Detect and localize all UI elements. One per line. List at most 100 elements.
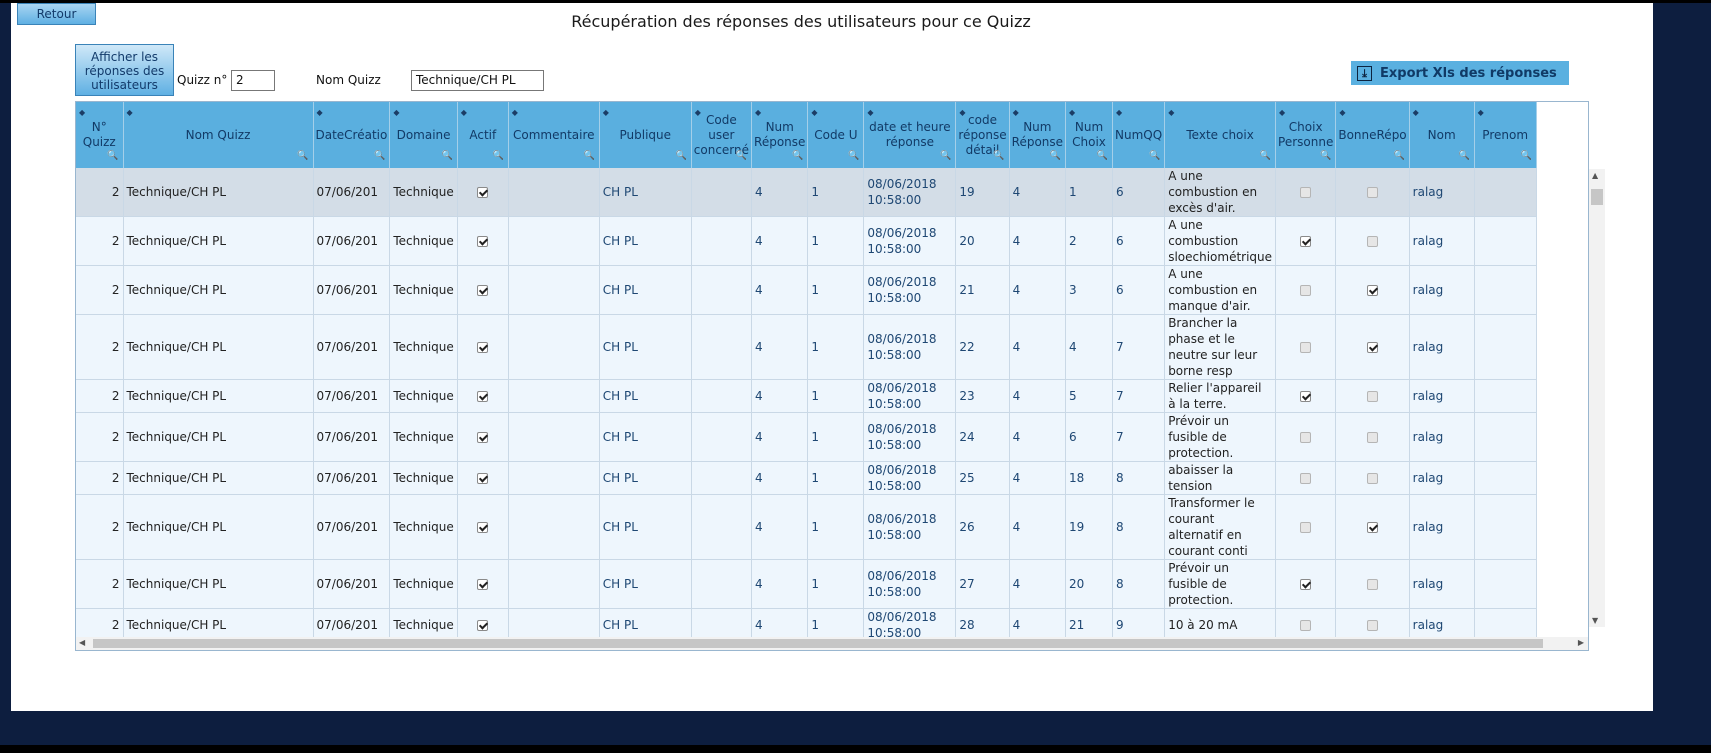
- person-choice-checkbox[interactable]: [1300, 342, 1312, 353]
- column-header[interactable]: ◆ Nom Quizz 🔍: [123, 102, 314, 168]
- table-row[interactable]: 2 Technique/CH PL 07/06/201 Technique CH PL 4…: [76, 559, 1537, 609]
- active-checkbox[interactable]: [477, 285, 489, 296]
- active-checkbox[interactable]: [477, 187, 489, 198]
- correct-answer-checkbox[interactable]: [1367, 522, 1378, 533]
- sort-icon[interactable]: ◆: [317, 105, 323, 120]
- sort-icon[interactable]: ◆: [1069, 105, 1075, 120]
- filter-search-icon[interactable]: 🔍: [792, 149, 803, 164]
- sort-icon[interactable]: ◆: [1116, 105, 1122, 120]
- filter-search-icon[interactable]: 🔍: [848, 149, 859, 164]
- scroll-up-icon[interactable]: ▲: [1592, 171, 1598, 180]
- correct-answer-checkbox[interactable]: [1367, 187, 1378, 198]
- filter-search-icon[interactable]: 🔍: [442, 149, 453, 164]
- column-header[interactable]: ◆ Code U 🔍: [807, 102, 865, 168]
- sort-icon[interactable]: ◆: [867, 105, 873, 120]
- sort-icon[interactable]: ◆: [1013, 105, 1019, 120]
- filter-search-icon[interactable]: 🔍: [1260, 149, 1271, 164]
- filter-search-icon[interactable]: 🔍: [1097, 149, 1108, 164]
- column-header[interactable]: ◆ DateCréatio 🔍: [313, 102, 391, 168]
- filter-search-icon[interactable]: 🔍: [1320, 149, 1331, 164]
- sort-icon[interactable]: ◆: [1279, 105, 1285, 120]
- filter-search-icon[interactable]: 🔍: [1458, 149, 1469, 164]
- sort-icon[interactable]: ◆: [512, 105, 518, 120]
- filter-search-icon[interactable]: 🔍: [676, 149, 687, 164]
- filter-search-icon[interactable]: 🔍: [940, 149, 951, 164]
- person-choice-checkbox[interactable]: [1300, 391, 1312, 402]
- table-row[interactable]: 2 Technique/CH PL 07/06/201 Technique CH PL 4…: [76, 494, 1537, 560]
- active-checkbox[interactable]: [477, 579, 489, 590]
- table-row[interactable]: 2 Technique/CH PL 07/06/201 Technique CH PL 4…: [76, 314, 1537, 380]
- filter-search-icon[interactable]: 🔍: [584, 149, 595, 164]
- filter-search-icon[interactable]: 🔍: [1149, 149, 1160, 164]
- correct-answer-checkbox[interactable]: [1367, 579, 1378, 590]
- export-xls-button[interactable]: ⤓ Export Xls des réponses: [1351, 61, 1569, 85]
- correct-answer-checkbox[interactable]: [1367, 473, 1378, 484]
- filter-search-icon[interactable]: 🔍: [1520, 149, 1531, 164]
- person-choice-checkbox[interactable]: [1300, 432, 1312, 443]
- sort-icon[interactable]: ◆: [1168, 105, 1174, 120]
- sort-icon[interactable]: ◆: [811, 105, 817, 120]
- person-choice-checkbox[interactable]: [1300, 236, 1312, 247]
- person-choice-checkbox[interactable]: [1300, 522, 1312, 533]
- filter-search-icon[interactable]: 🔍: [1050, 149, 1061, 164]
- horizontal-scroll-thumb[interactable]: [93, 639, 1543, 648]
- column-header[interactable]: ◆ Nom 🔍: [1409, 102, 1475, 168]
- filter-search-icon[interactable]: 🔍: [993, 149, 1004, 164]
- show-responses-button[interactable]: Afficher les réponses des utilisateurs: [75, 44, 174, 96]
- column-header[interactable]: ◆ N° Quizz 🔍: [76, 102, 124, 168]
- table-row[interactable]: 2 Technique/CH PL 07/06/201 Technique CH PL 4…: [76, 412, 1537, 462]
- column-header[interactable]: ◆ Prenom 🔍: [1474, 102, 1537, 168]
- active-checkbox[interactable]: [477, 391, 489, 402]
- horizontal-scrollbar[interactable]: ◀ ▶: [76, 637, 1588, 650]
- column-header[interactable]: ◆ Commentaire 🔍: [508, 102, 600, 168]
- column-header[interactable]: ◆ Num Réponse 🔍: [1009, 102, 1067, 168]
- table-row[interactable]: 2 Technique/CH PL 07/06/201 Technique CH PL 4…: [76, 379, 1537, 413]
- person-choice-checkbox[interactable]: [1300, 187, 1312, 198]
- sort-icon[interactable]: ◆: [695, 105, 701, 120]
- active-checkbox[interactable]: [477, 620, 489, 631]
- sort-icon[interactable]: ◆: [603, 105, 609, 120]
- column-header[interactable]: ◆ BonneRépo 🔍: [1335, 102, 1410, 168]
- sort-icon[interactable]: ◆: [393, 105, 399, 120]
- correct-answer-checkbox[interactable]: [1367, 391, 1378, 402]
- filter-search-icon[interactable]: 🔍: [107, 149, 118, 164]
- quiz-number-field[interactable]: 2: [231, 70, 275, 91]
- correct-answer-checkbox[interactable]: [1367, 620, 1378, 631]
- filter-search-icon[interactable]: 🔍: [1393, 149, 1404, 164]
- column-header[interactable]: ◆ Choix Personne 🔍: [1275, 102, 1337, 168]
- correct-answer-checkbox[interactable]: [1367, 236, 1378, 247]
- vertical-scrollbar[interactable]: ▲ ▼: [1589, 169, 1605, 627]
- scroll-down-icon[interactable]: ▼: [1592, 616, 1598, 625]
- column-header[interactable]: ◆ Num Réponse 🔍: [751, 102, 809, 168]
- correct-answer-checkbox[interactable]: [1367, 432, 1378, 443]
- sort-icon[interactable]: ◆: [1413, 105, 1419, 120]
- scroll-left-icon[interactable]: ◀: [79, 638, 85, 647]
- filter-search-icon[interactable]: 🔍: [297, 149, 308, 164]
- scroll-right-icon[interactable]: ▶: [1578, 638, 1584, 647]
- active-checkbox[interactable]: [477, 342, 489, 353]
- sort-icon[interactable]: ◆: [959, 105, 965, 120]
- vertical-scroll-thumb[interactable]: [1591, 189, 1603, 205]
- column-header[interactable]: ◆ Actif 🔍: [457, 102, 509, 168]
- sort-icon[interactable]: ◆: [1339, 105, 1345, 120]
- sort-icon[interactable]: ◆: [461, 105, 467, 120]
- correct-answer-checkbox[interactable]: [1367, 285, 1378, 296]
- column-header[interactable]: ◆ Domaine 🔍: [389, 102, 458, 168]
- person-choice-checkbox[interactable]: [1300, 579, 1312, 590]
- active-checkbox[interactable]: [477, 432, 489, 443]
- table-row[interactable]: 2 Technique/CH PL 07/06/201 Technique CH PL 4…: [76, 461, 1537, 495]
- sort-icon[interactable]: ◆: [127, 105, 133, 120]
- active-checkbox[interactable]: [477, 473, 489, 484]
- filter-search-icon[interactable]: 🔍: [374, 149, 385, 164]
- filter-search-icon[interactable]: 🔍: [493, 149, 504, 164]
- person-choice-checkbox[interactable]: [1300, 285, 1312, 296]
- column-header[interactable]: ◆ NumQQ 🔍: [1112, 102, 1166, 168]
- active-checkbox[interactable]: [477, 522, 489, 533]
- sort-icon[interactable]: ◆: [79, 105, 85, 120]
- table-row[interactable]: 2 Technique/CH PL 07/06/201 Technique CH PL 4…: [76, 265, 1537, 315]
- column-header[interactable]: ◆ Num Choix 🔍: [1065, 102, 1114, 168]
- sort-icon[interactable]: ◆: [755, 105, 761, 120]
- quiz-name-field[interactable]: Technique/CH PL: [411, 70, 544, 91]
- column-header[interactable]: ◆ Publique 🔍: [599, 102, 692, 168]
- person-choice-checkbox[interactable]: [1300, 473, 1312, 484]
